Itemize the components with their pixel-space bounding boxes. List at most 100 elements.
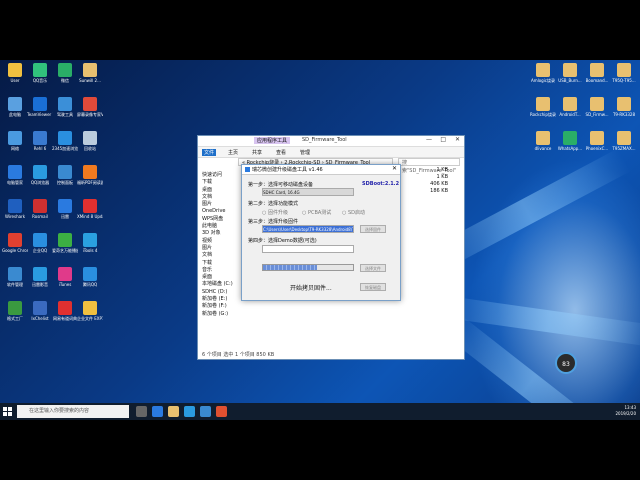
desktop-icon[interactable]: XMind 8 Update 6 (77, 199, 103, 219)
device-select[interactable]: SDHC Card, 16.4G (262, 188, 354, 196)
desktop-icon[interactable]: Sunwill 2... (77, 63, 103, 83)
desktop-icon[interactable]: dlivance (530, 131, 556, 151)
desktop-icon[interactable]: iTools 4 (77, 233, 103, 253)
mode-option[interactable]: ○ 固件升级 (262, 209, 288, 216)
windows-start-icon[interactable] (3, 407, 13, 417)
nav-item[interactable]: WPS网盘 (202, 216, 246, 223)
app-icon (8, 165, 22, 179)
notification-badge[interactable]: 83 (555, 352, 577, 374)
desktop-icon[interactable]: 驾驶工具 (52, 97, 78, 117)
browser-icon[interactable] (184, 406, 195, 417)
desktop-icon[interactable]: 企业QQ (27, 233, 53, 253)
tool-app-icon[interactable] (200, 406, 211, 417)
restore-disk-button[interactable]: 恢复磁盘 (360, 283, 386, 291)
nav-item[interactable]: 下载 (202, 260, 246, 267)
desktop-icon[interactable]: 电脑管家 (2, 165, 28, 185)
desktop-icon[interactable]: Rockchip烧录工具 (530, 97, 556, 117)
nav-item[interactable]: 本地磁盘 (C:) (202, 281, 246, 288)
nav-item[interactable]: SDHC (D:) (202, 289, 246, 296)
desktop-icon[interactable]: 回收站 (77, 131, 103, 151)
mode-option[interactable]: ○ SD启动 (342, 209, 365, 216)
search-input[interactable]: 搜索"SD_Firmware_Tool" (398, 158, 460, 174)
desktop-icon[interactable]: iTunes (52, 267, 78, 287)
firmware-path-field[interactable]: C:\Users\User\Desktop\T9-RK3328\Android8… (262, 225, 354, 233)
file-size: 1 KB (436, 167, 448, 173)
app-icon (33, 131, 47, 145)
desktop-icon[interactable]: T9-RK3328 (611, 97, 637, 117)
desktop-icon[interactable]: 腾讯QQ (77, 267, 103, 287)
ribbon-tab[interactable]: 查看 (274, 149, 288, 156)
demo-data-field[interactable] (262, 245, 354, 253)
desktop-icon[interactable]: IxChelist (27, 301, 53, 321)
desktop-icon[interactable]: 迅雷 (52, 199, 78, 219)
desktop-icon[interactable]: Rosmail (27, 199, 53, 219)
select-demo-button[interactable]: 选择文件 (360, 264, 386, 272)
desktop-icon[interactable]: T95Q-T95... (611, 63, 637, 83)
desktop-icon[interactable]: 软件管理 (2, 267, 28, 287)
desktop-icon[interactable]: 网易有道词典 (52, 301, 78, 321)
nav-item[interactable]: 文档 (202, 252, 246, 259)
desktop-icon[interactable]: 企业文件 EXP12.3.6... (77, 301, 103, 321)
ribbon-context-label: 应用程序工具 (254, 137, 291, 144)
task-view-icon[interactable] (136, 406, 147, 417)
desktop-icon[interactable]: WhatsApp... (557, 131, 583, 151)
desktop-icon[interactable]: 爱奇艺万能播放器 (52, 233, 78, 253)
folder-icon (617, 63, 631, 77)
app-icon (8, 199, 22, 213)
select-firmware-button[interactable]: 选择固件 (360, 225, 386, 233)
nav-item[interactable]: 下载 (202, 179, 246, 186)
desktop-icon[interactable]: Rehl 6 (27, 131, 53, 151)
desktop-icon[interactable]: AndroidT... (557, 97, 583, 117)
desktop-icon[interactable]: 微信 (52, 63, 78, 83)
desktop-icon[interactable]: 2345加速浏览器 (52, 131, 78, 151)
app-icon (8, 131, 22, 145)
desktop-icon[interactable]: Boomand... (584, 63, 610, 83)
desktop-icon[interactable]: Amlogic烧录 (530, 63, 556, 83)
mode-option[interactable]: ○ PCBA测试 (302, 209, 331, 216)
ribbon-tab[interactable]: 共享 (250, 149, 264, 156)
nav-item[interactable]: 桌面 (202, 187, 246, 194)
edge-icon[interactable] (152, 406, 163, 417)
desktop-icon-label: Google Chrome (2, 248, 28, 253)
desktop-icon[interactable]: SD_Firmw... (584, 97, 610, 117)
ribbon-tab[interactable]: 主页 (226, 149, 240, 156)
desktop-icon[interactable]: Google Chrome (2, 233, 28, 253)
desktop-icon[interactable]: TeamViewer 13 (27, 97, 53, 117)
desktop-icon-label: Rosmail (32, 214, 48, 219)
nav-item[interactable]: 3D 对象 (202, 230, 246, 237)
maximize-icon[interactable]: □ (440, 136, 446, 143)
nav-item[interactable]: 新加卷 (G:) (202, 311, 246, 318)
status-text: 开始拷贝固件... (290, 285, 332, 292)
desktop-icon[interactable]: USB_Burn... (557, 63, 583, 83)
desktop-icon[interactable]: QQ音乐 (27, 63, 53, 83)
system-tray[interactable]: 13:43 2019/2/20 (615, 405, 636, 417)
desktop-icon[interactable]: 控制面板 (52, 165, 78, 185)
nav-item[interactable]: OneDrive (202, 208, 246, 215)
ribbon-tab[interactable]: 管理 (298, 149, 312, 156)
desktop-icon[interactable]: 福昕PDF阅读器 (77, 165, 103, 185)
desktop-icon[interactable]: 此电脑 (2, 97, 28, 117)
desktop-icon[interactable]: User (2, 63, 28, 83)
file-explorer-icon[interactable] (168, 406, 179, 417)
desktop-icon[interactable]: 格式工厂 (2, 301, 28, 321)
dialog-close-icon[interactable]: ✕ (392, 165, 397, 172)
nav-item[interactable]: 视频 (202, 238, 246, 245)
desktop-icon[interactable]: 迅雷影音 (27, 267, 53, 287)
recorder-icon[interactable] (216, 406, 227, 417)
desktop-icon[interactable]: T95ZMAX... (611, 131, 637, 151)
desktop-icon-label: T95ZMAX... (612, 146, 636, 151)
desktop-icon[interactable]: Wireshark (2, 199, 28, 219)
desktop-icon[interactable]: PhoenixC... (584, 131, 610, 151)
app-icon (33, 199, 47, 213)
ribbon-tab[interactable]: 文件 (202, 149, 217, 156)
desktop-icon-label: SD_Firmw... (585, 112, 609, 117)
app-icon (83, 199, 97, 213)
minimize-icon[interactable]: — (426, 136, 432, 143)
desktop-icon[interactable]: 屏幕录像专家V2017 (77, 97, 103, 117)
nav-item[interactable]: 新加卷 (F:) (202, 303, 246, 310)
close-icon[interactable]: ✕ (455, 136, 460, 143)
desktop-icon[interactable]: 网络 (2, 131, 28, 151)
nav-item[interactable]: 图片 (202, 201, 246, 208)
desktop-icon[interactable]: QQ浏览器 (27, 165, 53, 185)
taskbar-search[interactable]: 在这里输入你要搜索的内容 (17, 405, 129, 418)
